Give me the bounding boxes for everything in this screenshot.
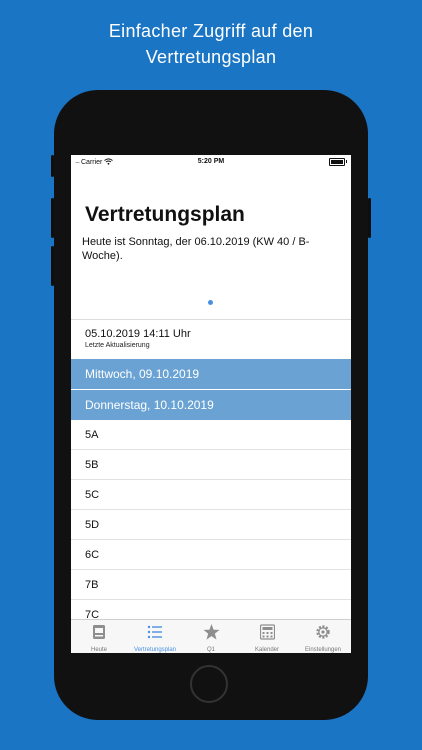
list-icon — [147, 624, 163, 645]
tab-q1[interactable]: Q1 — [183, 620, 239, 653]
tab-bar: Heute Vertretungsplan Q1 Kalender Einste… — [71, 619, 351, 653]
tab-vertretungsplan[interactable]: Vertretungsplan — [127, 620, 183, 653]
promo-line-1: Einfacher Zugriff auf den — [108, 21, 314, 41]
star-icon — [203, 624, 220, 645]
page-title: Vertretungsplan — [85, 203, 245, 226]
day-row-thursday[interactable]: Donnerstag, 10.10.2019 — [71, 390, 351, 420]
page-indicator-dot[interactable] — [208, 300, 213, 305]
tab-heute-label: Heute — [90, 647, 107, 653]
status-bar: ···· Carrier 5:20 PM — [71, 155, 351, 169]
class-row-5b[interactable]: 5B — [71, 450, 351, 480]
promo-line-2: Vertretungsplan — [145, 47, 277, 67]
document-icon — [92, 624, 106, 645]
class-list: 5A 5B 5C 5D 6C 7B 7C — [71, 420, 351, 630]
day-row-wednesday[interactable]: Mittwoch, 09.10.2019 — [71, 359, 351, 389]
tab-q1-label: Q1 — [206, 647, 215, 653]
home-button[interactable] — [190, 665, 228, 703]
class-row-7b[interactable]: 7B — [71, 570, 351, 600]
class-row-6c[interactable]: 6C — [71, 540, 351, 570]
phone-volume-up — [51, 198, 54, 238]
status-time: 5:20 PM — [197, 158, 225, 165]
class-row-5d[interactable]: 5D — [71, 510, 351, 540]
divider — [71, 319, 351, 320]
tab-einstellungen-label: Einstellungen — [304, 647, 342, 653]
tab-kalender[interactable]: Kalender — [239, 620, 295, 653]
tab-heute[interactable]: Heute — [71, 620, 127, 653]
battery-icon — [329, 158, 345, 166]
tab-einstellungen[interactable]: Einstellungen — [295, 620, 351, 653]
tab-vertretungsplan-label: Vertretungsplan — [133, 647, 177, 653]
promo-headline: Einfacher Zugriff auf den Vertretungspla… — [0, 18, 422, 70]
last-update-label: Letzte Aktualisierung — [85, 342, 150, 349]
tab-kalender-label: Kalender — [254, 647, 280, 653]
gear-icon — [315, 624, 331, 645]
phone-power-button — [368, 198, 371, 238]
calculator-icon — [259, 624, 275, 645]
class-row-5a[interactable]: 5A — [71, 420, 351, 450]
class-row-5c[interactable]: 5C — [71, 480, 351, 510]
app-screen: ···· Carrier 5:20 PM Vertretungsplan Heu… — [71, 155, 351, 653]
phone-mute-switch — [51, 155, 54, 177]
battery-tip — [346, 160, 347, 163]
phone-volume-down — [51, 246, 54, 286]
date-info: Heute ist Sonntag, der 06.10.2019 (KW 40… — [82, 236, 310, 262]
last-update-time: 05.10.2019 14:11 Uhr — [85, 328, 191, 340]
